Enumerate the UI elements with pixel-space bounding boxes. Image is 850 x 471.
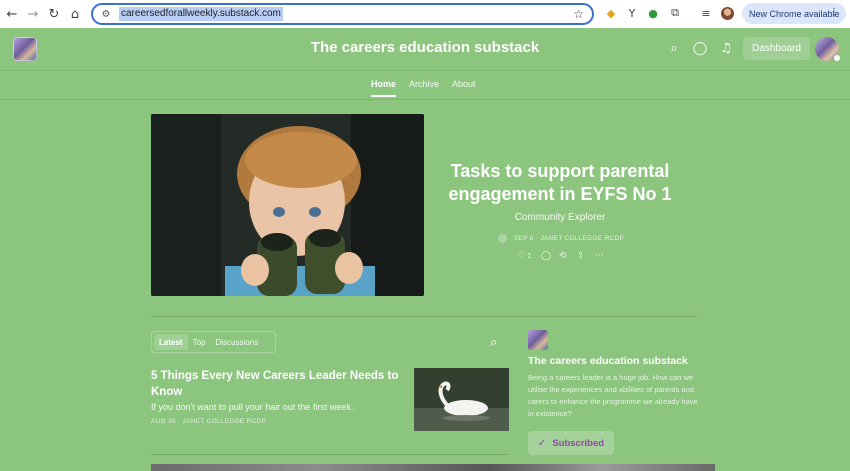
filter-latest[interactable]: Latest xyxy=(154,334,188,350)
browser-toolbar: ← → ↻ ⌂ ⚙ careersedforallweekly.substack… xyxy=(0,0,850,28)
child-with-binoculars-illustration xyxy=(151,114,424,296)
featured-post-title[interactable]: Tasks to support parental engagement in … xyxy=(434,160,686,206)
chrome-profile-avatar[interactable] xyxy=(721,7,734,20)
site-info-icon[interactable]: ⚙ xyxy=(99,7,113,21)
drive-extension-icon[interactable]: ◆ xyxy=(603,5,619,21)
more-options-icon[interactable]: ··· xyxy=(595,250,604,262)
subscribed-label: Subscribed xyxy=(552,437,605,449)
y-extension-icon[interactable]: Y xyxy=(624,5,640,21)
new-chrome-available-button[interactable]: New Chrome available ⋮ xyxy=(742,3,846,24)
tab-home[interactable]: Home xyxy=(371,79,397,97)
user-avatar[interactable] xyxy=(815,37,840,61)
sidebar-publication-title[interactable]: The careers education substack xyxy=(528,355,688,367)
restack-icon[interactable]: ⟲ xyxy=(559,250,567,262)
post-subtitle: If you don't want to pull your hair out … xyxy=(151,402,354,412)
forward-icon[interactable]: → xyxy=(22,3,44,25)
post-search-icon[interactable]: ⌕ xyxy=(490,335,497,350)
author-avatar-icon xyxy=(498,233,507,243)
featured-post-subtitle: Community Explorer xyxy=(514,212,606,223)
notifications-bell-icon[interactable]: ♫ xyxy=(718,40,734,56)
reload-icon[interactable]: ↻ xyxy=(43,3,65,25)
extensions-puzzle-icon[interactable]: ⧉ xyxy=(667,5,683,21)
sidebar-description: Being a careers leader is a huge job. Ho… xyxy=(528,373,698,418)
filter-top[interactable]: Top xyxy=(188,334,211,350)
comment-icon[interactable]: ◯ xyxy=(541,250,551,262)
featured-post-meta: SEP 8 · JANET COLLEDGE RCDP xyxy=(498,233,624,243)
section-divider xyxy=(151,316,697,317)
featured-post-meta-text: SEP 8 · JANET COLLEDGE RCDP xyxy=(514,234,625,242)
tab-archive[interactable]: Archive xyxy=(409,79,439,89)
home-icon[interactable]: ⌂ xyxy=(64,3,86,25)
dashboard-button[interactable]: Dashboard xyxy=(743,37,810,60)
post-title[interactable]: 5 Things Every New Careers Leader Needs … xyxy=(151,368,406,400)
post-divider xyxy=(151,454,509,455)
like-count: 1 xyxy=(527,252,532,260)
nav-divider xyxy=(0,99,850,100)
update-label: New Chrome available xyxy=(749,8,840,19)
evernote-extension-icon[interactable]: ● xyxy=(645,5,661,21)
address-bar[interactable]: ⚙ careersedforallweekly.substack.com ☆ xyxy=(91,3,594,25)
check-icon: ✓ xyxy=(537,437,547,449)
swan-illustration xyxy=(414,368,509,431)
post-thumbnail[interactable] xyxy=(414,368,509,431)
reading-list-icon[interactable]: ≡ xyxy=(698,5,714,21)
url-text[interactable]: careersedforallweekly.substack.com xyxy=(119,7,283,21)
sidebar-publication-logo[interactable] xyxy=(528,330,548,350)
post-meta: AUG 30 · JANET COLLEDGE RCDP xyxy=(151,418,267,425)
share-icon[interactable]: ⇪ xyxy=(577,250,585,262)
header-divider xyxy=(0,70,850,71)
filter-discussions[interactable]: Discussions xyxy=(210,334,263,350)
like-button[interactable]: ♡ 1 xyxy=(517,250,532,262)
publication-nav: Home Archive About xyxy=(0,79,850,99)
heart-icon: ♡ xyxy=(517,251,526,261)
bookmark-star-icon[interactable]: ☆ xyxy=(573,7,584,21)
back-icon[interactable]: ← xyxy=(1,3,23,25)
post-filter-tabs: Latest Top Discussions xyxy=(151,331,276,353)
featured-post-image[interactable] xyxy=(151,114,424,296)
subscribed-button[interactable]: ✓ Subscribed xyxy=(528,431,614,455)
tab-about[interactable]: About xyxy=(452,79,476,89)
chrome-menu-icon[interactable]: ⋮ xyxy=(829,7,839,18)
chat-icon[interactable]: ◯ xyxy=(692,40,708,56)
search-icon[interactable]: ⌕ xyxy=(666,40,682,56)
next-post-image-preview[interactable] xyxy=(151,464,715,471)
